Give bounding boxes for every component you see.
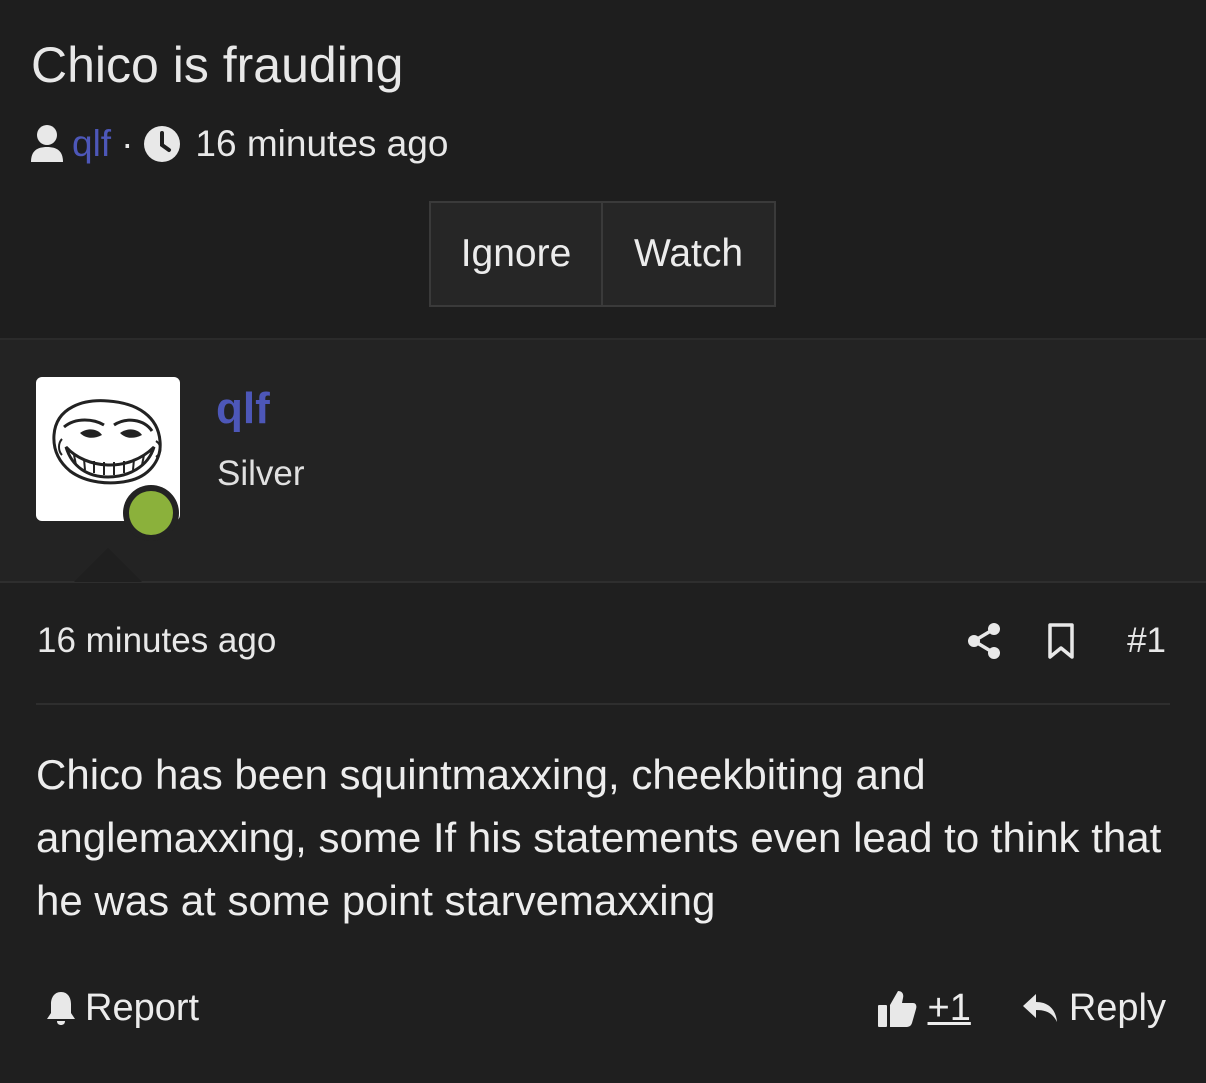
reply-icon: [1022, 994, 1057, 1022]
post-actions-bottom: +1 Reply: [876, 983, 1166, 1033]
post-username[interactable]: qlf: [216, 384, 270, 434]
bookmark-icon[interactable]: [1047, 622, 1075, 660]
thread-title: Chico is frauding: [31, 37, 404, 93]
thread-time: 16 minutes ago: [195, 123, 449, 164]
bell-icon: [47, 992, 75, 1025]
like-count[interactable]: +1: [928, 987, 971, 1030]
online-status-indicator: [123, 485, 179, 541]
reply-button[interactable]: Reply: [1069, 987, 1166, 1030]
post-user-block: qlf Silver: [0, 340, 1206, 583]
post-content: Chico has been squintmaxxing, cheekbitin…: [36, 751, 1162, 924]
share-icon[interactable]: [967, 622, 1001, 660]
post-divider: [36, 703, 1170, 705]
post-time[interactable]: 16 minutes ago: [37, 621, 276, 661]
thread-author-link[interactable]: qlf: [72, 123, 111, 165]
post-actions-top: #1: [967, 619, 1166, 663]
post-number-link[interactable]: #1: [1127, 621, 1166, 661]
page: Chico is frauding qlf · 16 minutes ago I…: [0, 0, 1206, 1083]
meta-separator: ·: [121, 123, 134, 164]
report-label: Report: [85, 986, 200, 1029]
report-button[interactable]: Report: [45, 983, 199, 1033]
thumbs-up-icon[interactable]: [876, 987, 918, 1029]
user-rank: Silver: [217, 454, 305, 493]
watch-button[interactable]: Watch: [601, 201, 776, 307]
user-icon: [31, 125, 63, 162]
post-body: 16 minutes ago #1 Chico has been squintm…: [0, 583, 1206, 1083]
ignore-button[interactable]: Ignore: [429, 201, 603, 307]
thread-button-group: Ignore Watch: [429, 201, 776, 307]
thread-header: Chico is frauding qlf · 16 minutes ago I…: [0, 0, 1206, 340]
clock-icon: [144, 126, 181, 162]
speech-notch: [74, 548, 142, 582]
thread-meta: qlf · 16 minutes ago: [30, 122, 448, 166]
